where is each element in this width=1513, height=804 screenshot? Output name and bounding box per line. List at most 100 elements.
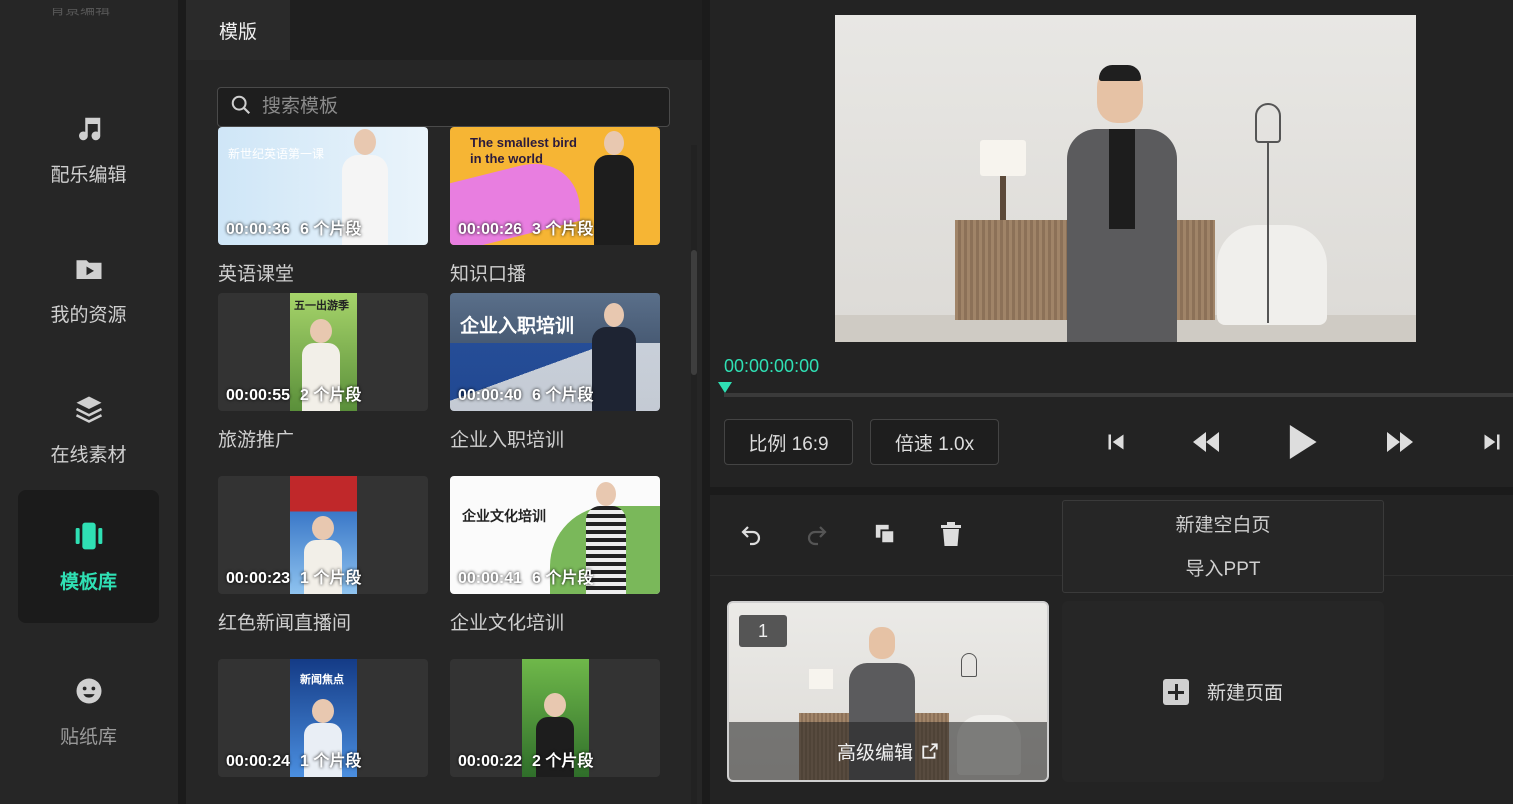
thumbnail-meta: 00:00:24 1 个片段 (226, 753, 362, 770)
template-card[interactable]: 企业文化培训 00:00:41 6 个片段 企业文化培训 (450, 476, 660, 635)
panel-scrollbar-thumb[interactable] (691, 250, 697, 375)
skip-forward-icon (1484, 434, 1500, 450)
smiley-icon (72, 674, 106, 708)
template-card[interactable]: 企业入职培训 00:00:40 6 个片段 企业入职培训 (450, 293, 660, 452)
template-thumbnail[interactable]: 五一出游季 00:00:55 2 个片段 (218, 293, 428, 411)
redo-button[interactable] (802, 519, 832, 549)
template-thumbnail[interactable]: 新闻焦点 00:00:24 1 个片段 (218, 659, 428, 777)
thumbnail-meta: 00:00:55 2 个片段 (226, 387, 362, 404)
delete-button[interactable] (936, 519, 966, 549)
thumbnail-meta: 00:00:22 2 个片段 (458, 753, 594, 770)
thumbnail-overlay-text: 企业文化培训 (462, 508, 546, 524)
search-box[interactable] (217, 87, 670, 127)
thumbnail-overlay-text: 企业入职培训 (460, 316, 575, 337)
template-name: 知识口播 (450, 264, 527, 285)
template-name: 英语课堂 (218, 264, 295, 285)
search-icon (230, 94, 252, 121)
template-name: 红色新闻直播间 (218, 613, 352, 634)
add-page-menu: 新建空白页 导入PPT (1062, 500, 1384, 593)
page-number-badge: 1 (739, 615, 787, 647)
template-card[interactable]: 00:00:22 2 个片段 (450, 659, 660, 791)
nav-divider (178, 0, 186, 804)
music-note-icon (72, 112, 106, 146)
template-name: 企业入职培训 (450, 430, 565, 451)
template-card[interactable]: 五一出游季 00:00:55 2 个片段 旅游推广 (218, 293, 428, 452)
nav-item-sticker-library[interactable]: 贴纸库 (18, 645, 159, 778)
nav-item-music[interactable]: 配乐编辑 (18, 83, 159, 216)
template-card[interactable]: 00:00:23 1 个片段 红色新闻直播间 (218, 476, 428, 635)
rewind-button[interactable] (1188, 424, 1224, 460)
scene-floor-lamp-pole (1267, 143, 1269, 323)
duplicate-button[interactable] (870, 519, 900, 549)
page-scene-floor-lamp (961, 653, 977, 677)
scene-lamp-stand (1000, 176, 1006, 220)
template-thumbnail[interactable]: 00:00:22 2 个片段 (450, 659, 660, 777)
template-panel: 模版 新世纪英语第一课 00:00:366 个片段 英语课堂 (186, 0, 702, 804)
aspect-ratio-button[interactable]: 比例 16:9 (724, 419, 853, 465)
panel-header: 模版 (186, 0, 702, 60)
fast-forward-button[interactable] (1382, 424, 1418, 460)
template-card[interactable]: 新闻焦点 00:00:24 1 个片段 (218, 659, 428, 791)
nav-item-label: 模板库 (59, 572, 117, 593)
template-card[interactable]: The smallest bird in the world 00:00:26 3… (450, 127, 660, 286)
template-icon (72, 519, 106, 553)
search-input[interactable] (262, 96, 642, 118)
template-thumbnail[interactable]: 新世纪英语第一课 00:00:36 6 个片段 (218, 127, 428, 245)
template-card[interactable]: 新世纪英语第一课 00:00:36 6 个片段 英语课堂 (218, 127, 428, 286)
fast-forward-icon (1387, 432, 1413, 452)
thumbnail-meta: 00:00:41 6 个片段 (458, 570, 594, 587)
undo-icon (741, 526, 761, 546)
new-page-button[interactable]: 新建页面 (1062, 601, 1384, 782)
thumbnail-meta: 00:00:36 6 个片段 (226, 221, 362, 238)
thumbnail-meta: 00:00:26 3 个片段 (458, 221, 594, 238)
external-link-icon (922, 743, 938, 759)
template-thumbnail[interactable]: 企业文化培训 00:00:41 6 个片段 (450, 476, 660, 594)
skip-to-start-button[interactable] (1098, 424, 1134, 460)
scene-lamp-shade (980, 140, 1026, 176)
timecode: 00:00:00:00 (724, 356, 820, 376)
presenter-avatar (1067, 65, 1177, 342)
template-name: 企业文化培训 (450, 613, 565, 634)
panel-scrollbar-track[interactable] (691, 145, 697, 804)
nav-top-partial-label[interactable]: 背景编辑 (50, 8, 130, 22)
skip-back-icon (1108, 434, 1124, 450)
play-icon (1289, 425, 1317, 459)
playback-speed-button[interactable]: 倍速 1.0x (870, 419, 999, 465)
template-thumbnail[interactable]: 企业入职培训 00:00:40 6 个片段 (450, 293, 660, 411)
page-editor: 新建空白页 导入PPT 1 高级编辑 新建页面 (710, 495, 1513, 804)
advanced-edit-button[interactable]: 高级编辑 (729, 722, 1047, 780)
nav-item-my-resources[interactable]: 我的资源 (18, 223, 159, 356)
skip-to-end-button[interactable] (1474, 424, 1510, 460)
rewind-icon (1193, 432, 1219, 452)
advanced-edit-label: 高级编辑 (836, 742, 913, 764)
workspace: 00:00:00:00 比例 16:9 倍速 1.0x 新建空白页 导入PPT … (702, 0, 1513, 804)
nav-item-online-assets[interactable]: 在线素材 (18, 363, 159, 496)
plus-icon (1162, 678, 1189, 705)
nav-item-label: 在线素材 (50, 445, 127, 466)
nav-item-label: 我的资源 (50, 305, 127, 326)
template-thumbnail[interactable]: 00:00:23 1 个片段 (218, 476, 428, 594)
nav-item-label: 配乐编辑 (50, 165, 127, 186)
thumbnail-meta: 00:00:40 6 个片段 (458, 387, 594, 404)
play-button[interactable] (1284, 424, 1320, 460)
app-root: 背景编辑 配乐编辑 我的资源 在线素材 模板库 贴纸库 模版 搜索模板 新世纪英… (0, 0, 1513, 804)
left-nav: 背景编辑 配乐编辑 我的资源 在线素材 模板库 贴纸库 (0, 0, 178, 804)
nav-item-template-library[interactable]: 模板库 (18, 490, 159, 623)
redo-icon (807, 526, 827, 546)
scene-armchair (1217, 225, 1327, 325)
tab-templates[interactable]: 模版 (186, 0, 290, 60)
template-thumbnail[interactable]: The smallest bird in the world 00:00:26 3… (450, 127, 660, 245)
timeline-track[interactable] (724, 393, 1513, 397)
thumbnail-overlay-text: The smallest bird in the world (470, 135, 577, 166)
page-scene-lamp (809, 669, 833, 689)
menu-item-new-blank-page[interactable]: 新建空白页 (1063, 501, 1383, 545)
menu-item-import-ppt[interactable]: 导入PPT (1063, 545, 1383, 589)
video-preview[interactable] (835, 15, 1416, 342)
duplicate-icon (875, 524, 896, 545)
undo-button[interactable] (736, 519, 766, 549)
thumbnail-overlay-text: 新世纪英语第一课 (228, 147, 325, 161)
preview-area: 00:00:00:00 比例 16:9 倍速 1.0x (710, 0, 1513, 487)
page-thumbnail[interactable]: 1 高级编辑 (727, 601, 1049, 782)
template-name: 旅游推广 (218, 430, 295, 451)
playhead[interactable] (718, 382, 732, 393)
